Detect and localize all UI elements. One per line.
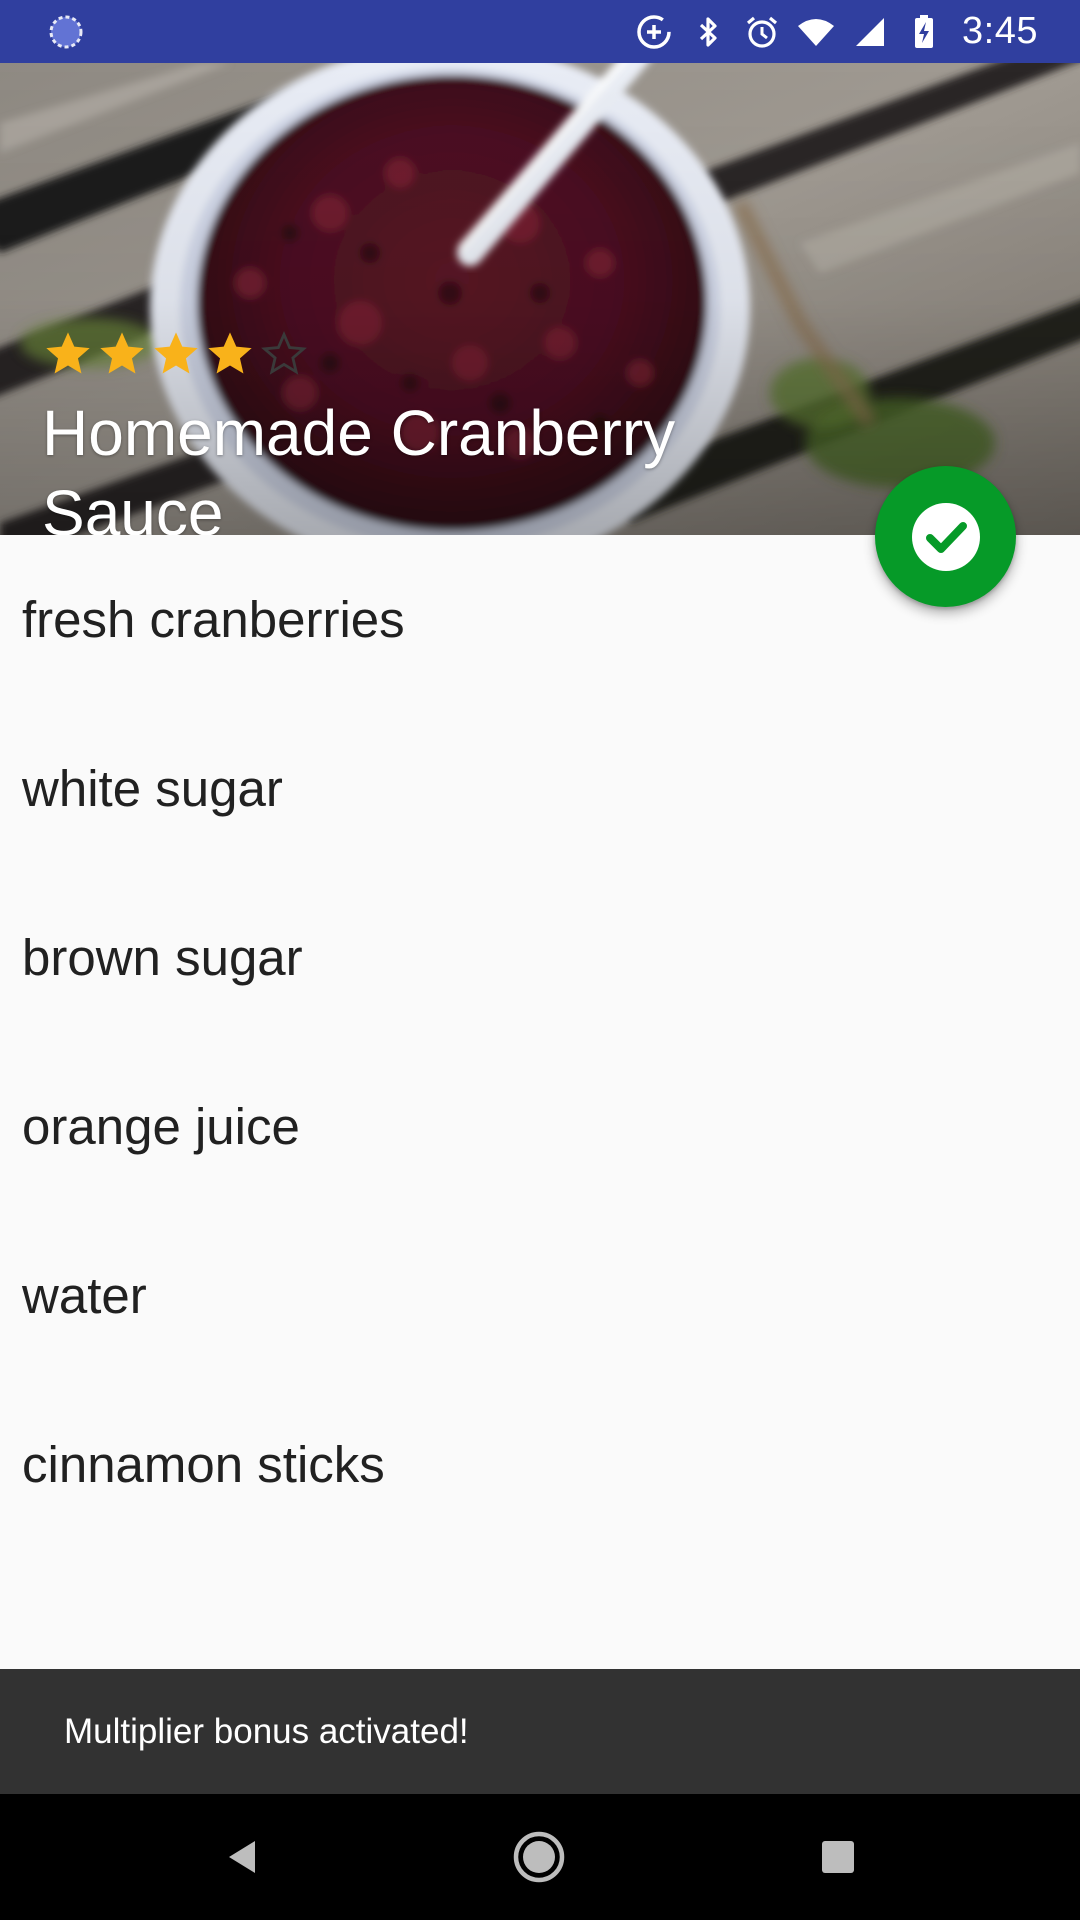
star-filled-icon [154,332,198,374]
alarm-icon [747,16,778,48]
back-icon [229,1841,255,1873]
status-bar: 3:45 [0,0,1080,63]
cellular-signal-icon [856,17,885,46]
recents-button[interactable] [805,1824,871,1890]
recents-icon [822,1841,854,1873]
mark-done-fab[interactable] [875,466,1016,607]
wifi-icon [798,18,835,46]
home-icon [513,1831,565,1883]
snackbar: Multiplier bonus activated! [0,1669,1080,1794]
status-time: 3:45 [962,10,1038,52]
ingredient-item[interactable]: brown sugar [0,873,1080,1042]
recipe-header-image: Homemade Cranberry Sauce [0,63,1080,535]
loading-icon [49,15,83,49]
ingredient-item[interactable]: water [0,1211,1080,1380]
snackbar-message: Multiplier bonus activated! [64,1711,469,1751]
rating-bar[interactable] [42,328,310,380]
star-filled-icon [100,332,144,374]
data-saver-icon [637,14,671,49]
ingredient-item[interactable]: orange juice [0,1042,1080,1211]
star-empty-icon [261,330,307,375]
bluetooth-icon [699,16,717,47]
navigation-bar [0,1794,1080,1920]
recipe-detail-screen: 3:45 Homemade Cranberry Sauce fresh cran… [0,0,1080,1920]
check-circle-icon [911,502,980,571]
star-filled-icon [208,332,252,374]
recipe-title: Homemade Cranberry Sauce [42,397,676,535]
ingredient-item[interactable]: white sugar [0,704,1080,873]
back-button[interactable] [209,1824,275,1890]
home-button[interactable] [506,1824,572,1890]
ingredients-list: fresh cranberries white sugar brown suga… [0,535,1080,1549]
ingredient-item[interactable]: cinnamon sticks [0,1380,1080,1549]
star-filled-icon [46,332,90,374]
battery-charging-icon [915,14,934,48]
status-icons: 3:45 [634,0,1038,63]
